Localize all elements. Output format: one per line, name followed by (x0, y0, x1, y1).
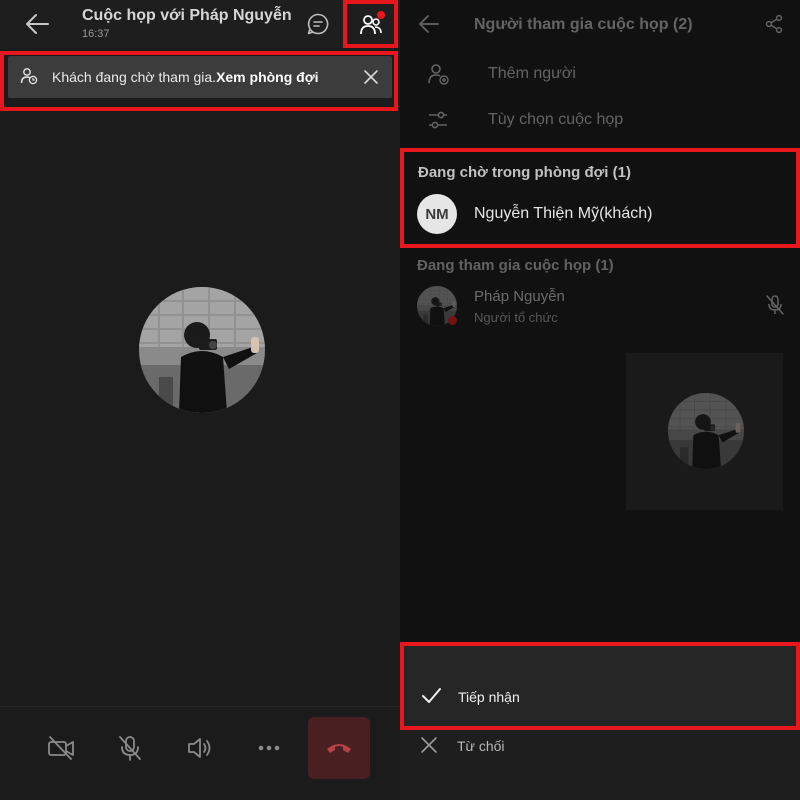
view-lobby-link[interactable]: Xem phòng đợi (216, 69, 319, 85)
share-icon[interactable] (764, 14, 784, 34)
notification-dot (377, 11, 385, 19)
meeting-title: Cuộc họp với Pháp Nguyễn (82, 7, 292, 24)
more-icon[interactable] (254, 733, 284, 763)
participants-button[interactable] (343, 0, 398, 48)
check-icon (422, 688, 441, 703)
accept-button[interactable]: Tiếp nhận (400, 642, 800, 730)
close-icon[interactable] (362, 68, 380, 86)
add-person-icon (428, 64, 449, 85)
call-header: Cuộc họp với Pháp Nguyễn 16:37 (0, 0, 400, 48)
back-arrow-icon[interactable] (418, 13, 440, 35)
back-arrow-icon[interactable] (24, 12, 50, 36)
in-meeting-heading: Đang tham gia cuộc họp (1) (417, 257, 614, 274)
close-icon[interactable] (420, 736, 438, 754)
lobby-heading: Đang chờ trong phòng đợi (1) (418, 164, 631, 181)
hang-up-button[interactable] (308, 717, 370, 779)
reject-button[interactable]: Từ chối (457, 738, 505, 754)
status-badge (448, 316, 457, 325)
meeting-call-screen: Cuộc họp với Pháp Nguyễn 16:37 Khách đan (0, 0, 400, 800)
call-controls (0, 706, 400, 800)
lobby-waiting-banner[interactable]: Khách đang chờ tham gia.Xem phòng đợi (8, 56, 392, 98)
guest-name[interactable]: Nguyễn Thiện Mỹ(khách) (474, 205, 652, 223)
organizer-name[interactable]: Pháp Nguyễn (474, 288, 565, 305)
add-people-label: Thêm người (488, 65, 576, 82)
participants-screen: Người tham gia cuộc họp (2) Thêm người T… (400, 0, 800, 800)
accept-label: Tiếp nhận (458, 689, 520, 705)
lobby-section: Đang chờ trong phòng đợi (1) NM Nguyễn T… (400, 148, 800, 248)
hang-up-icon (327, 744, 351, 753)
speaker-icon[interactable] (185, 733, 215, 763)
meeting-time: 16:37 (82, 28, 110, 40)
add-people-item[interactable]: Thêm người (400, 54, 800, 94)
mic-off-icon[interactable] (115, 733, 145, 763)
participant-avatar (668, 393, 744, 469)
participants-icon (359, 11, 385, 37)
chat-icon[interactable] (306, 12, 330, 36)
guest-avatar[interactable]: NM (417, 194, 457, 234)
participants-title: Người tham gia cuộc họp (2) (474, 16, 693, 33)
video-tile (626, 353, 783, 510)
organizer-role: Người tổ chức (474, 310, 558, 325)
guest-waiting-icon (20, 68, 38, 85)
meeting-options-item[interactable]: Tùy chọn cuộc họp (400, 100, 800, 140)
participant-avatar (139, 287, 265, 413)
sliders-icon (429, 111, 447, 129)
mic-off-icon (766, 295, 784, 315)
camera-off-icon[interactable] (46, 733, 76, 763)
banner-text: Khách đang chờ tham gia. (52, 69, 217, 85)
meeting-options-label: Tùy chọn cuộc họp (488, 111, 624, 128)
banner-message: Khách đang chờ tham gia.Xem phòng đợi (52, 69, 319, 85)
